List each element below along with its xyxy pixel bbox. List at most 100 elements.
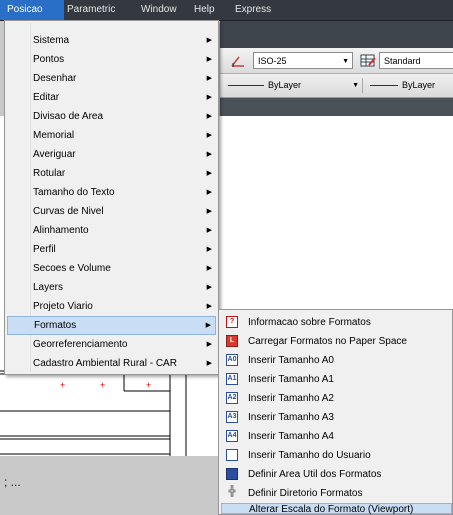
submenu-arrow-icon: ▶: [206, 208, 212, 215]
menu-parametric[interactable]: Parametric: [60, 0, 122, 20]
svg-text:+: +: [146, 380, 151, 390]
submenu-item-inserir-a0[interactable]: A0 Inserir Tamanho A0: [221, 351, 452, 370]
submenu-item-label: Inserir Tamanho do Usuario: [248, 450, 371, 461]
menu-item-secoes-e-volume[interactable]: Secoes e Volume ▶: [7, 259, 216, 278]
submenu-arrow-icon: ▶: [206, 151, 212, 158]
submenu-arrow-icon: ▶: [206, 132, 212, 139]
menu-item-alinhamento[interactable]: Alinhamento ▶: [7, 221, 216, 240]
menu-item-curvas-de-nivel[interactable]: Curvas de Nivel ▶: [7, 202, 216, 221]
lineweight-sample: [370, 85, 398, 87]
submenu-item-inserir-a1[interactable]: A1 Inserir Tamanho A1: [221, 370, 452, 389]
submenu-item-alterar-escala[interactable]: Alterar Escala do Formato (Viewport): [221, 503, 452, 515]
submenu-item-label: Carregar Formatos no Paper Space: [248, 336, 407, 347]
menu-item-editar[interactable]: Editar ▶: [7, 88, 216, 107]
menu-item-cadastro-ambiental-rural[interactable]: Cadastro Ambiental Rural - CAR ▶: [7, 354, 216, 373]
menu-item-rotular[interactable]: Rotular ▶: [7, 164, 216, 183]
submenu-arrow-icon: ▶: [206, 56, 212, 63]
user-size-icon: [226, 449, 238, 461]
dimstyle-select[interactable]: ISO-25 ▼: [253, 52, 353, 69]
menu-item-divisao-de-area[interactable]: Divisao de Area ▶: [7, 107, 216, 126]
menu-window[interactable]: Window: [134, 0, 184, 20]
dimstyle-value: ISO-25: [258, 56, 287, 66]
dimstyle-icon[interactable]: [230, 53, 246, 69]
menu-item-label: Tamanho do Texto: [33, 187, 115, 198]
menu-posicao[interactable]: Posicao: [0, 0, 64, 20]
area-icon: [226, 468, 238, 480]
menu-bar: Posicao Parametric Window Help Express: [0, 0, 453, 21]
drawing-tabs-area: [220, 98, 453, 116]
menu-item-label: Secoes e Volume: [33, 263, 111, 274]
menu-item-label: Perfil: [33, 244, 56, 255]
menu-express[interactable]: Express: [228, 0, 278, 20]
menu-item-label: Curvas de Nivel: [33, 206, 104, 217]
menu-item-memorial[interactable]: Memorial ▶: [7, 126, 216, 145]
submenu-arrow-icon: ▶: [205, 322, 211, 329]
menu-item-label: Layers: [33, 282, 64, 293]
submenu-item-label: Inserir Tamanho A0: [248, 355, 334, 366]
submenu-item-label: Informacao sobre Formatos: [248, 317, 371, 328]
submenu-arrow-icon: ▶: [206, 189, 212, 196]
linetype-sample: [228, 85, 264, 87]
load-icon: L: [226, 335, 238, 347]
submenu-item-definir-diretorio[interactable]: ╬ Definir Diretorio Formatos: [221, 484, 452, 503]
menu-help[interactable]: Help: [187, 0, 222, 20]
a0-icon: A0: [226, 354, 238, 366]
submenu-item-label: Inserir Tamanho A3: [248, 412, 334, 423]
submenu-arrow-icon: ▶: [206, 284, 212, 291]
directory-icon: ╬: [228, 486, 236, 497]
svg-text:+: +: [100, 380, 105, 390]
styles-toolbar: ISO-25 ▼ Standard: [220, 48, 453, 74]
menu-item-pontos[interactable]: Pontos ▶: [7, 50, 216, 69]
menu-item-sistema[interactable]: Sistema ▶: [7, 31, 216, 50]
submenu-item-inserir-a3[interactable]: A3 Inserir Tamanho A3: [221, 408, 452, 427]
menu-item-layers[interactable]: Layers ▶: [7, 278, 216, 297]
submenu-item-carregar-formatos[interactable]: L Carregar Formatos no Paper Space: [221, 332, 452, 351]
menu-item-label: Editar: [33, 92, 60, 103]
linetype-select[interactable]: ByLayer ▼: [224, 77, 362, 94]
submenu-item-informacao-formatos[interactable]: ? Informacao sobre Formatos: [221, 313, 452, 332]
submenu-arrow-icon: ▶: [206, 75, 212, 82]
ribbon-area: [220, 21, 453, 48]
menu-item-projeto-viario[interactable]: Projeto Viario ▶: [7, 297, 216, 316]
menu-item-label: Projeto Viario: [33, 301, 93, 312]
warning-icon: ?: [226, 316, 238, 328]
menu-item-label: Desenhar: [33, 73, 77, 84]
chevron-down-icon: ▼: [342, 58, 349, 65]
menu-item-averiguar[interactable]: Averiguar ▶: [7, 145, 216, 164]
submenu-item-inserir-a4[interactable]: A4 Inserir Tamanho A4: [221, 427, 452, 446]
command-prompt[interactable]: ; ...: [4, 475, 21, 489]
submenu-item-inserir-usuario[interactable]: Inserir Tamanho do Usuario: [221, 446, 452, 465]
svg-text:+: +: [60, 380, 65, 390]
menu-item-georreferenciamento[interactable]: Georreferenciamento ▶: [7, 335, 216, 354]
lineweight-select[interactable]: ByLayer: [366, 77, 453, 94]
menu-item-formatos[interactable]: Formatos ▶: [7, 316, 216, 335]
tablestyle-value: Standard: [384, 56, 421, 66]
tablestyle-icon[interactable]: [360, 53, 376, 69]
formatos-submenu: ? Informacao sobre Formatos L Carregar F…: [218, 309, 453, 515]
toolbar-separator: [362, 78, 363, 93]
submenu-item-inserir-a2[interactable]: A2 Inserir Tamanho A2: [221, 389, 452, 408]
submenu-arrow-icon: ▶: [206, 360, 212, 367]
posicao-dropdown-menu: Sistema ▶ Pontos ▶ Desenhar ▶ Editar ▶ Divis…: [4, 20, 219, 375]
submenu-item-label: Definir Area Util dos Formatos: [248, 469, 382, 480]
submenu-item-label: Alterar Escala do Formato (Viewport): [249, 504, 414, 515]
menu-item-tamanho-do-texto[interactable]: Tamanho do Texto ▶: [7, 183, 216, 202]
properties-toolbar: ByLayer ▼ ByLayer: [220, 74, 453, 98]
submenu-item-label: Definir Diretorio Formatos: [248, 488, 363, 499]
menu-item-label: Pontos: [33, 54, 65, 65]
submenu-arrow-icon: ▶: [206, 303, 212, 310]
menu-item-label: Divisao de Area: [33, 111, 104, 122]
a3-icon: A3: [226, 411, 238, 423]
submenu-item-definir-area-util[interactable]: Definir Area Util dos Formatos: [221, 465, 452, 484]
menu-item-label: Formatos: [34, 320, 77, 331]
linetype-value: ByLayer: [268, 80, 302, 90]
submenu-arrow-icon: ▶: [206, 265, 212, 272]
menu-item-perfil[interactable]: Perfil ▶: [7, 240, 216, 259]
menu-item-desenhar[interactable]: Desenhar ▶: [7, 69, 216, 88]
tablestyle-select[interactable]: Standard: [379, 52, 453, 69]
chevron-down-icon: ▼: [352, 82, 359, 89]
submenu-item-label: Inserir Tamanho A4: [248, 431, 334, 442]
submenu-arrow-icon: ▶: [206, 94, 212, 101]
submenu-arrow-icon: ▶: [206, 170, 212, 177]
menu-item-label: Sistema: [33, 35, 70, 46]
